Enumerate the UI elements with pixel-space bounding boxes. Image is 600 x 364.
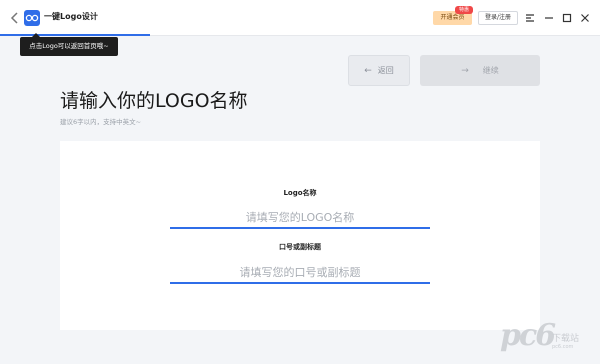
back-button[interactable]: ← 返回 — [348, 55, 410, 86]
vip-discount-badge: 特惠 — [455, 6, 473, 14]
logo-name-label: Logo名称 — [283, 189, 317, 197]
form-card: Logo名称 口号或副标题 — [60, 141, 540, 330]
menu-icon[interactable] — [523, 11, 537, 25]
close-icon[interactable] — [578, 11, 592, 25]
watermark: pc6 下载站 pc6.com — [500, 318, 596, 358]
app-title: 一键Logo设计 — [44, 12, 98, 21]
arrow-left-icon: ← — [364, 66, 372, 76]
watermark-url: pc6.com — [552, 344, 574, 350]
next-button-label: 继续 — [482, 66, 499, 75]
logo-tooltip: 点击Logo可以返回首页哦~ — [20, 33, 118, 56]
slogan-input[interactable] — [170, 262, 430, 284]
slogan-label: 口号或副标题 — [279, 243, 321, 251]
back-button-label: 返回 — [377, 66, 394, 75]
title-underline — [0, 34, 150, 36]
logo-name-input[interactable] — [170, 207, 430, 229]
minimize-icon[interactable] — [542, 11, 556, 25]
logo-icon[interactable] — [24, 10, 40, 26]
arrow-right-icon: → — [461, 66, 469, 76]
page-title: 请输入你的LOGO名称 — [60, 90, 248, 112]
title-bar: 一键Logo设计 开通会员 特惠 登录/注册 — [0, 0, 600, 36]
watermark-logo: pc6 — [500, 318, 556, 353]
maximize-icon[interactable] — [560, 11, 574, 25]
page-subtitle: 建议6字以内，支持中英文~ — [60, 118, 142, 126]
watermark-text: 下载站 — [552, 334, 580, 344]
next-button[interactable]: → 继续 — [420, 55, 540, 86]
chevron-left-icon[interactable] — [8, 10, 22, 26]
login-register-button[interactable]: 登录/注册 — [478, 11, 518, 25]
